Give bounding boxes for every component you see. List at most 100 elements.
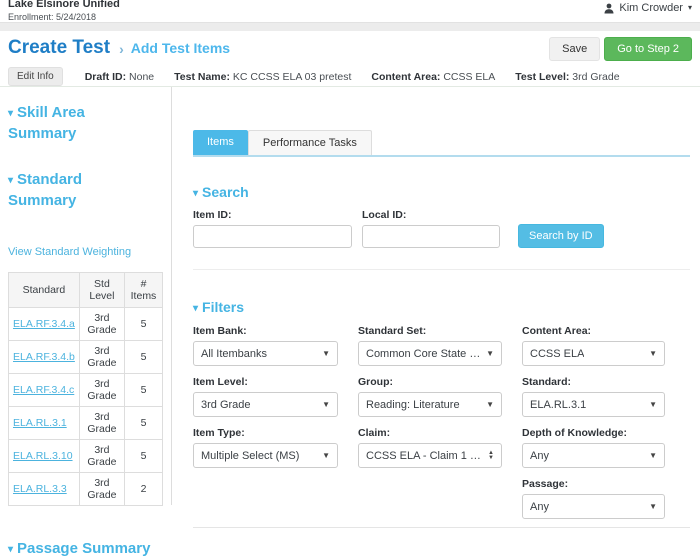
caret-down-icon: ▾	[8, 544, 13, 555]
enrollment-date: Enrollment: 5/24/2018	[8, 12, 120, 22]
test-name-info: Test Name: KC CCSS ELA 03 pretest	[174, 71, 351, 83]
local-id-input[interactable]	[362, 225, 500, 248]
local-id-label: Local ID:	[362, 209, 500, 221]
table-row: ELA.RF.3.4.c 3rd Grade 5	[9, 374, 163, 407]
search-form: Item ID: Local ID: Search by ID	[193, 209, 690, 248]
standard-link[interactable]: ELA.RL.3.3	[13, 483, 67, 495]
item-bank-select[interactable]: All Itembanks▼	[193, 341, 338, 366]
depth-of-knowledge-select[interactable]: Any▼	[522, 443, 665, 468]
caret-down-icon: ▾	[8, 108, 13, 119]
group-filter: Group: Reading: Literature▼	[358, 376, 502, 417]
section-divider	[193, 269, 690, 270]
item-type-select[interactable]: Multiple Select (MS)▼	[193, 443, 338, 468]
passage-select[interactable]: Any▼	[522, 494, 665, 519]
caret-down-icon: ▼	[649, 451, 657, 460]
tab-items[interactable]: Items	[193, 130, 248, 155]
claim-select[interactable]: CCSS ELA - Claim 1 Reading▲▼	[358, 443, 502, 468]
caret-down-icon: ▼	[649, 349, 657, 358]
standard-filter: Standard: ELA.RL.3.1▼	[522, 376, 665, 417]
std-level-cell: 3rd Grade	[79, 473, 124, 506]
page-background-strip	[0, 22, 700, 31]
standard-link[interactable]: ELA.RF.3.4.b	[13, 351, 75, 363]
content-area-info: Content Area: CCSS ELA	[371, 71, 495, 83]
std-level-cell: 3rd Grade	[79, 407, 124, 440]
table-row: ELA.RL.3.3 3rd Grade 2	[9, 473, 163, 506]
standard-link[interactable]: ELA.RL.3.1	[13, 417, 67, 429]
depth-of-knowledge-filter: Depth of Knowledge: Any▼	[522, 427, 665, 468]
column-header-standard: Standard	[9, 273, 80, 308]
test-level-info: Test Level: 3rd Grade	[515, 71, 619, 83]
standard-summary-toggle[interactable]: ▾Standard Summary	[8, 170, 128, 210]
group-select[interactable]: Reading: Literature▼	[358, 392, 502, 417]
standard-link[interactable]: ELA.RL.3.10	[13, 450, 73, 462]
column-header-std-level: Std Level	[79, 273, 124, 308]
table-row: ELA.RL.3.10 3rd Grade 5	[9, 440, 163, 473]
caret-down-icon: ▼	[486, 400, 494, 409]
num-items-cell: 5	[124, 407, 162, 440]
standard-select[interactable]: ELA.RL.3.1▼	[522, 392, 665, 417]
draft-id-info: Draft ID: None	[85, 71, 154, 83]
passage-filter: Passage: Any▼	[522, 478, 665, 519]
caret-down-icon: ▾	[8, 175, 13, 186]
item-level-select[interactable]: 3rd Grade▼	[193, 392, 338, 417]
search-by-id-button[interactable]: Search by ID	[518, 224, 604, 248]
standard-set-select[interactable]: Common Core State Standards▼	[358, 341, 502, 366]
empty-cell	[193, 478, 338, 519]
table-row: ELA.RF.3.4.a 3rd Grade 5	[9, 308, 163, 341]
caret-down-icon: ▾	[193, 303, 198, 314]
passage-summary-toggle[interactable]: ▾Passage Summary	[8, 539, 163, 560]
caret-down-icon: ▼	[486, 349, 494, 358]
user-name: Kim Crowder	[619, 2, 683, 14]
std-level-cell: 3rd Grade	[79, 341, 124, 374]
table-row: ELA.RL.3.1 3rd Grade 5	[9, 407, 163, 440]
test-info-summary: Draft ID: None Test Name: KC CCSS ELA 03…	[85, 71, 620, 83]
filters-section-toggle[interactable]: ▾Filters	[193, 299, 690, 315]
std-level-cell: 3rd Grade	[79, 440, 124, 473]
empty-cell	[358, 478, 502, 519]
breadcrumb-chevron-icon: ›	[119, 41, 124, 57]
search-section-toggle[interactable]: ▾Search	[193, 184, 690, 200]
view-standard-weighting-link[interactable]: View Standard Weighting	[8, 246, 131, 258]
top-bar: Lake Elsinore Unified Enrollment: 5/24/2…	[0, 0, 700, 22]
user-menu[interactable]: Kim Crowder ▾	[604, 2, 692, 22]
std-level-cell: 3rd Grade	[79, 374, 124, 407]
skill-area-summary-toggle[interactable]: ▾Skill Area Summary	[8, 103, 128, 143]
item-id-label: Item ID:	[193, 209, 352, 221]
num-items-cell: 2	[124, 473, 162, 506]
std-level-cell: 3rd Grade	[79, 308, 124, 341]
caret-down-icon: ▼	[649, 502, 657, 511]
edit-info-button[interactable]: Edit Info	[8, 67, 63, 86]
caret-down-icon: ▾	[193, 188, 198, 199]
save-button[interactable]: Save	[549, 37, 600, 61]
item-id-input[interactable]	[193, 225, 352, 248]
page-title: Create Test	[8, 37, 110, 59]
tab-bar: Items Performance Tasks	[193, 130, 690, 157]
caret-down-icon: ▼	[649, 400, 657, 409]
user-icon	[604, 2, 614, 17]
table-header-row: Standard Std Level # Items	[9, 273, 163, 308]
page-subtitle: Add Test Items	[131, 40, 230, 56]
filters-grid: Item Bank: All Itembanks▼ Standard Set: …	[193, 325, 690, 519]
tab-performance-tasks[interactable]: Performance Tasks	[248, 130, 372, 155]
column-header-num-items: # Items	[124, 273, 162, 308]
num-items-cell: 5	[124, 374, 162, 407]
standard-link[interactable]: ELA.RF.3.4.c	[13, 384, 74, 396]
sidebar: ▾Skill Area Summary ▾Standard Summary Vi…	[0, 87, 172, 505]
item-type-filter: Item Type: Multiple Select (MS)▼	[193, 427, 338, 468]
org-name: Lake Elsinore Unified	[8, 0, 120, 10]
user-menu-caret-icon: ▾	[688, 3, 692, 12]
standard-set-filter: Standard Set: Common Core State Standard…	[358, 325, 502, 366]
standard-link[interactable]: ELA.RF.3.4.a	[13, 318, 75, 330]
bottom-divider	[193, 527, 690, 528]
standard-summary-table: Standard Std Level # Items ELA.RF.3.4.a …	[8, 272, 163, 506]
item-level-filter: Item Level: 3rd Grade▼	[193, 376, 338, 417]
caret-down-icon: ▼	[322, 451, 330, 460]
caret-up-down-icon: ▲▼	[488, 451, 494, 461]
item-bank-filter: Item Bank: All Itembanks▼	[193, 325, 338, 366]
content-area-select[interactable]: CCSS ELA▼	[522, 341, 665, 366]
num-items-cell: 5	[124, 440, 162, 473]
num-items-cell: 5	[124, 308, 162, 341]
content-area-filter: Content Area: CCSS ELA▼	[522, 325, 665, 366]
caret-down-icon: ▼	[322, 349, 330, 358]
go-to-step-2-button[interactable]: Go to Step 2	[604, 37, 692, 61]
